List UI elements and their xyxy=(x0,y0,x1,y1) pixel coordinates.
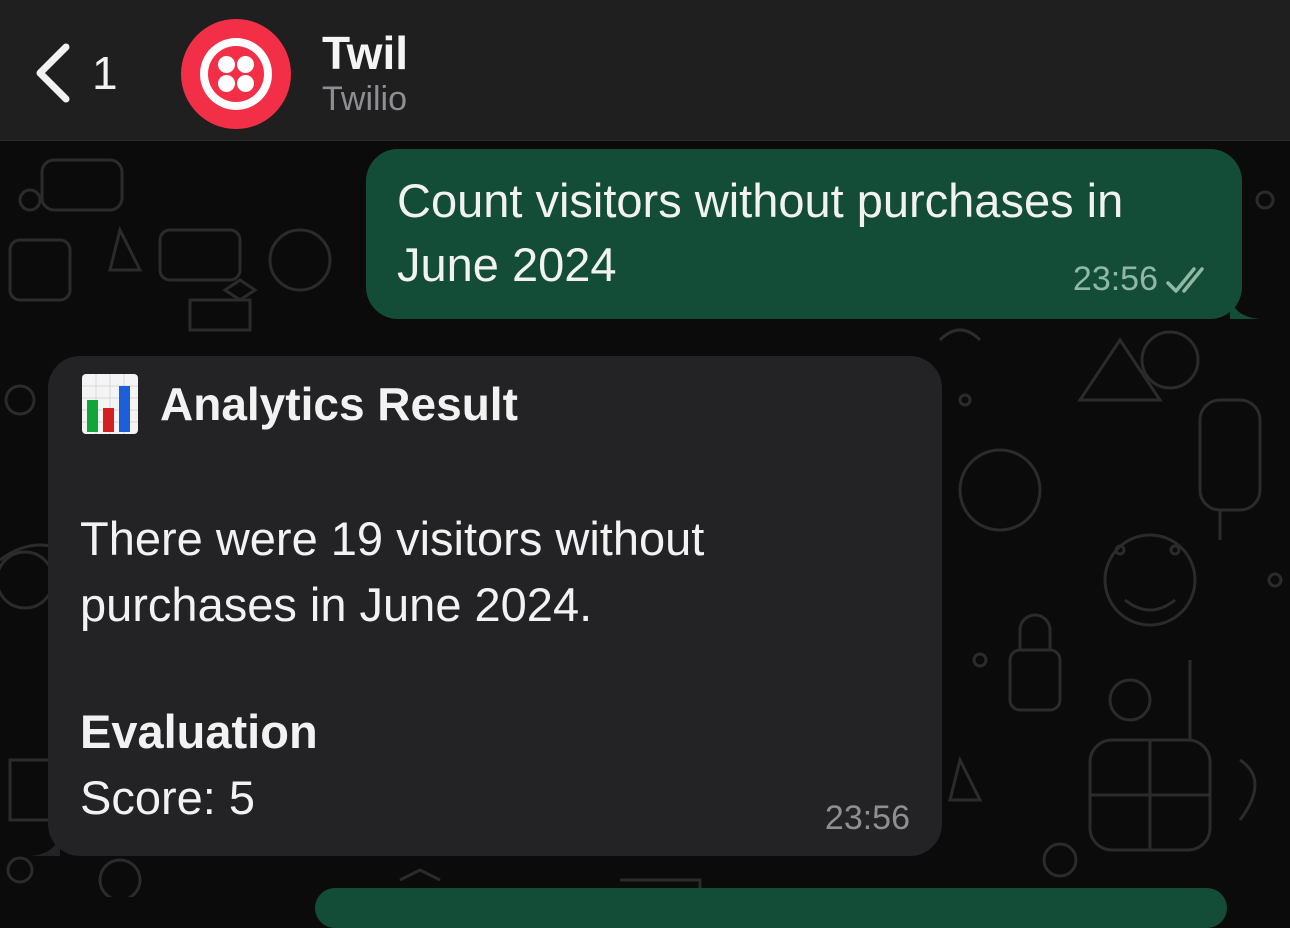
outgoing-message-partial[interactable] xyxy=(315,888,1227,928)
contact-subtitle[interactable]: Twilio xyxy=(322,80,407,119)
contact-name[interactable]: Twil xyxy=(322,26,408,80)
bubble-tail xyxy=(1230,289,1260,319)
message-meta: 23:56 xyxy=(1073,260,1212,299)
double-check-icon xyxy=(1166,266,1204,293)
back-button[interactable]: 1 xyxy=(30,38,140,108)
result-title: Analytics Result xyxy=(160,378,518,430)
message-time: 23:56 xyxy=(1072,260,1158,298)
twilio-logo-icon xyxy=(200,38,272,110)
evaluation-score: Score: 5 xyxy=(80,771,256,824)
bar-chart-icon xyxy=(82,374,138,434)
chevron-left-icon xyxy=(36,43,70,103)
incoming-message[interactable]: Analytics Result There were 19 visitors … xyxy=(30,356,942,856)
unread-count: 1 xyxy=(92,47,118,99)
chat-header: 1 Twil Twilio xyxy=(0,0,1290,141)
avatar[interactable] xyxy=(181,19,291,129)
result-header: Analytics Result xyxy=(82,374,518,434)
evaluation-title: Evaluation xyxy=(80,705,318,758)
message-time: 23:56 xyxy=(824,799,910,837)
bubble-tail xyxy=(30,826,60,856)
result-body: There were 19 visitors without purchases… xyxy=(80,512,705,631)
outgoing-message[interactable]: Count visitors without purchases in June… xyxy=(366,149,1260,319)
